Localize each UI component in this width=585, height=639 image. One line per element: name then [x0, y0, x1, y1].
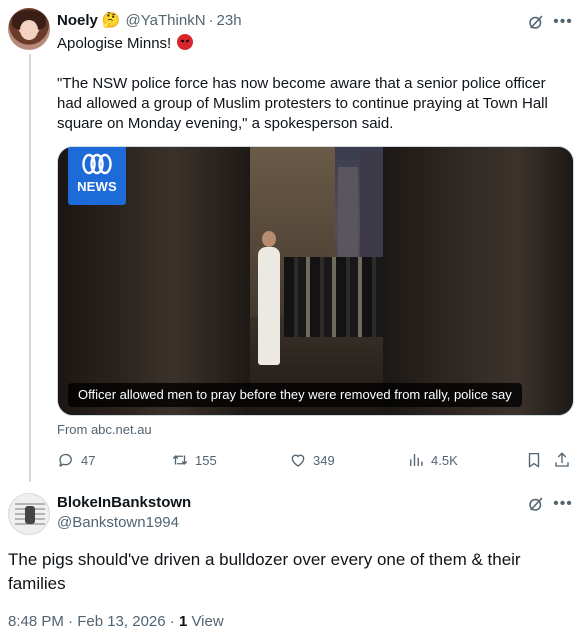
video-blur-right — [383, 147, 573, 415]
news-label: NEWS — [77, 179, 117, 194]
reply-button[interactable]: 47 — [57, 449, 95, 471]
more-icon[interactable]: ••• — [553, 494, 573, 514]
reply-count: 47 — [81, 452, 96, 468]
reply-icon — [59, 453, 72, 467]
author-name[interactable]: Noely — [57, 12, 98, 29]
repost-icon — [172, 455, 188, 465]
bookmark-button[interactable] — [525, 449, 549, 471]
like-icon — [291, 454, 305, 467]
views-button[interactable]: 4.5K — [407, 449, 458, 471]
grok-icon[interactable] — [527, 13, 545, 31]
share-button[interactable] — [553, 449, 577, 471]
views-icon — [410, 454, 423, 466]
grok-icon[interactable] — [527, 495, 545, 513]
repost-count: 155 — [195, 452, 217, 468]
separator-dot: · — [208, 11, 214, 29]
tweet-parent[interactable]: Noely 🤔 @YaThinkN · 23h ••• Apologise Mi… — [0, 0, 585, 482]
thread-line — [29, 54, 31, 482]
video-card[interactable]: NEWS Officer allowed men to pray before … — [57, 146, 574, 416]
reply-author-handle[interactable]: @Bankstown1994 — [57, 514, 179, 531]
repost-button[interactable]: 155 — [171, 449, 217, 471]
view-label: View — [187, 613, 224, 630]
tweet-quote-text: "The NSW police force has now become awa… — [57, 75, 548, 132]
views-count: 4.5K — [431, 452, 458, 468]
thinking-emoji: 🤔 — [101, 11, 121, 29]
reply-meta: 8:48 PM · Feb 13, 2026 · 1 View — [8, 613, 224, 630]
reply-timestamp[interactable]: 8:48 PM · Feb 13, 2026 · — [8, 613, 179, 630]
bookmark-icon — [528, 452, 540, 468]
reply-avatar[interactable] — [8, 493, 50, 535]
action-bar: 47 155 349 4.5K — [57, 449, 573, 471]
video-frame — [250, 147, 383, 415]
angry-emoji — [177, 34, 194, 50]
more-icon[interactable]: ••• — [553, 12, 573, 32]
reply-text: The pigs should've driven a bulldozer ov… — [8, 550, 521, 593]
author-handle[interactable]: @YaThinkN — [126, 12, 206, 29]
reply-author-name[interactable]: BlokeInBankstown — [57, 494, 191, 511]
avatar[interactable] — [8, 8, 50, 50]
link-source[interactable]: From abc.net.au — [57, 422, 152, 437]
like-count: 349 — [313, 452, 335, 468]
share-icon — [555, 452, 569, 467]
like-button[interactable]: 349 — [289, 449, 335, 471]
tweet-header: Noely 🤔 @YaThinkN · 23h — [57, 10, 242, 30]
timestamp[interactable]: 23h — [217, 12, 242, 29]
video-caption: Officer allowed men to pray before they … — [68, 383, 522, 407]
abc-logo: NEWS — [68, 147, 126, 205]
tweet-text: Apologise Minns! — [57, 34, 567, 54]
